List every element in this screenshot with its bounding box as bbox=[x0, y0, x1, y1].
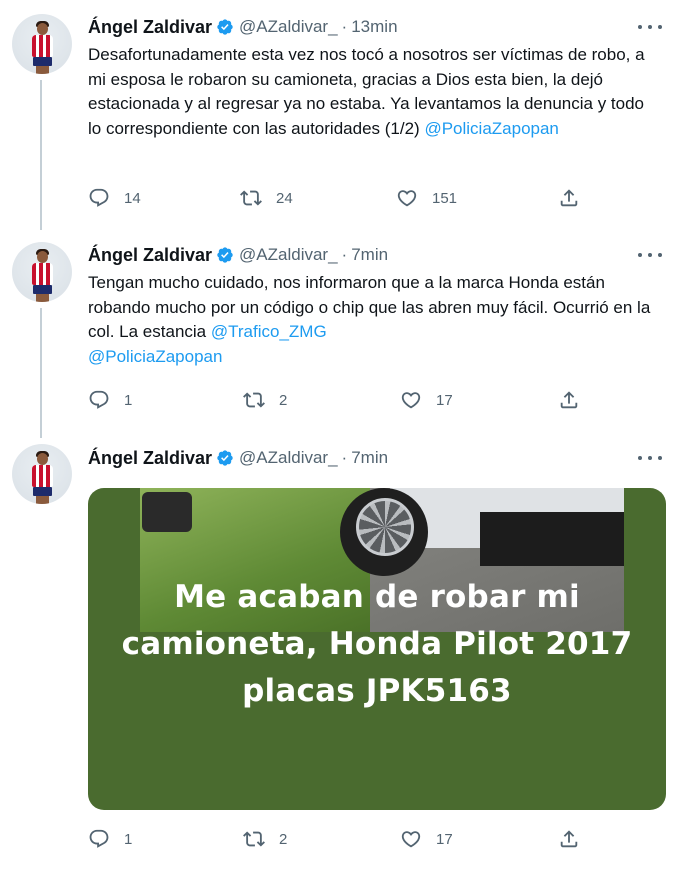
tweet-actions: 1 2 17 bbox=[88, 386, 608, 414]
retweet-button[interactable]: 2 bbox=[243, 386, 287, 414]
share-icon bbox=[560, 391, 578, 409]
retweet-button[interactable]: 2 bbox=[243, 825, 287, 853]
reply-icon bbox=[89, 188, 109, 207]
avatar[interactable] bbox=[12, 444, 72, 504]
reply-icon bbox=[89, 829, 109, 848]
share-button[interactable] bbox=[558, 184, 580, 212]
retweet-count: 2 bbox=[279, 391, 288, 409]
mention-link[interactable]: @PoliciaZapopan bbox=[424, 119, 558, 138]
author-name[interactable]: Ángel Zaldivar bbox=[88, 17, 212, 38]
tweet-header: Ángel Zaldivar @AZaldivar_ · 7min bbox=[88, 244, 388, 266]
retweet-icon bbox=[243, 392, 265, 408]
reply-button[interactable]: 14 bbox=[88, 184, 141, 212]
reply-count: 1 bbox=[124, 391, 133, 409]
like-button[interactable]: 17 bbox=[400, 825, 453, 853]
reply-icon bbox=[89, 390, 109, 409]
tweet-text-body: Tengan mucho cuidado, nos informaron que… bbox=[88, 273, 651, 341]
like-button[interactable]: 17 bbox=[400, 386, 453, 414]
heart-icon bbox=[401, 392, 421, 409]
tweet-2[interactable]: Ángel Zaldivar @AZaldivar_ · 7min Tengan… bbox=[0, 228, 700, 438]
reply-button[interactable]: 1 bbox=[88, 825, 132, 853]
timestamp[interactable]: 7min bbox=[351, 448, 388, 468]
reply-count: 1 bbox=[124, 830, 133, 848]
heart-icon bbox=[401, 831, 421, 848]
timestamp[interactable]: 7min bbox=[351, 245, 388, 265]
retweet-count: 2 bbox=[279, 830, 288, 848]
verified-badge-icon bbox=[217, 19, 233, 35]
tweet-actions: 1 2 17 bbox=[88, 825, 608, 853]
more-options-icon[interactable] bbox=[638, 245, 662, 265]
reply-count: 14 bbox=[124, 189, 141, 207]
author-name[interactable]: Ángel Zaldivar bbox=[88, 245, 212, 266]
avatar[interactable] bbox=[12, 242, 72, 302]
retweet-icon bbox=[243, 831, 265, 847]
tweet-1[interactable]: Ángel Zaldivar @AZaldivar_ · 13min Desaf… bbox=[0, 0, 700, 228]
tweet-actions: 14 24 151 bbox=[88, 184, 608, 212]
media-caption: Me acaban de robar mi camioneta, Honda P… bbox=[121, 579, 633, 709]
share-button[interactable] bbox=[558, 825, 580, 853]
tweet-header: Ángel Zaldivar @AZaldivar_ · 13min bbox=[88, 16, 398, 38]
avatar[interactable] bbox=[12, 14, 72, 74]
mention-link[interactable]: @PoliciaZapopan bbox=[88, 347, 222, 366]
like-count: 151 bbox=[432, 189, 458, 207]
author-name[interactable]: Ángel Zaldivar bbox=[88, 448, 212, 469]
like-count: 17 bbox=[436, 830, 453, 848]
verified-badge-icon bbox=[217, 247, 233, 263]
tweet-media-image[interactable]: Me acaban de robar mi camioneta, Honda P… bbox=[88, 488, 666, 810]
timestamp[interactable]: 13min bbox=[351, 17, 397, 37]
share-icon bbox=[560, 189, 578, 207]
tweet-header: Ángel Zaldivar @AZaldivar_ · 7min bbox=[88, 447, 388, 469]
author-handle[interactable]: @AZaldivar_ bbox=[239, 17, 338, 37]
more-options-icon[interactable] bbox=[638, 17, 662, 37]
share-button[interactable] bbox=[558, 386, 580, 414]
tweet-text: Desafortunadamente esta vez nos tocó a n… bbox=[88, 43, 658, 141]
author-handle[interactable]: @AZaldivar_ bbox=[239, 448, 338, 468]
tweet-text: Tengan mucho cuidado, nos informaron que… bbox=[88, 271, 658, 369]
share-icon bbox=[560, 830, 578, 848]
verified-badge-icon bbox=[217, 450, 233, 466]
like-button[interactable]: 151 bbox=[396, 184, 457, 212]
reply-button[interactable]: 1 bbox=[88, 386, 132, 414]
more-options-icon[interactable] bbox=[638, 448, 662, 468]
tweet-text-body: Desafortunadamente esta vez nos tocó a n… bbox=[88, 45, 645, 138]
separator-dot: · bbox=[341, 448, 348, 467]
retweet-icon bbox=[240, 190, 262, 206]
heart-icon bbox=[397, 190, 417, 207]
separator-dot: · bbox=[341, 17, 348, 36]
retweet-count: 24 bbox=[276, 189, 293, 207]
like-count: 17 bbox=[436, 391, 453, 409]
retweet-button[interactable]: 24 bbox=[240, 184, 293, 212]
separator-dot: · bbox=[341, 245, 348, 264]
author-handle[interactable]: @AZaldivar_ bbox=[239, 245, 338, 265]
mention-link[interactable]: @Trafico_ZMG bbox=[211, 322, 327, 341]
